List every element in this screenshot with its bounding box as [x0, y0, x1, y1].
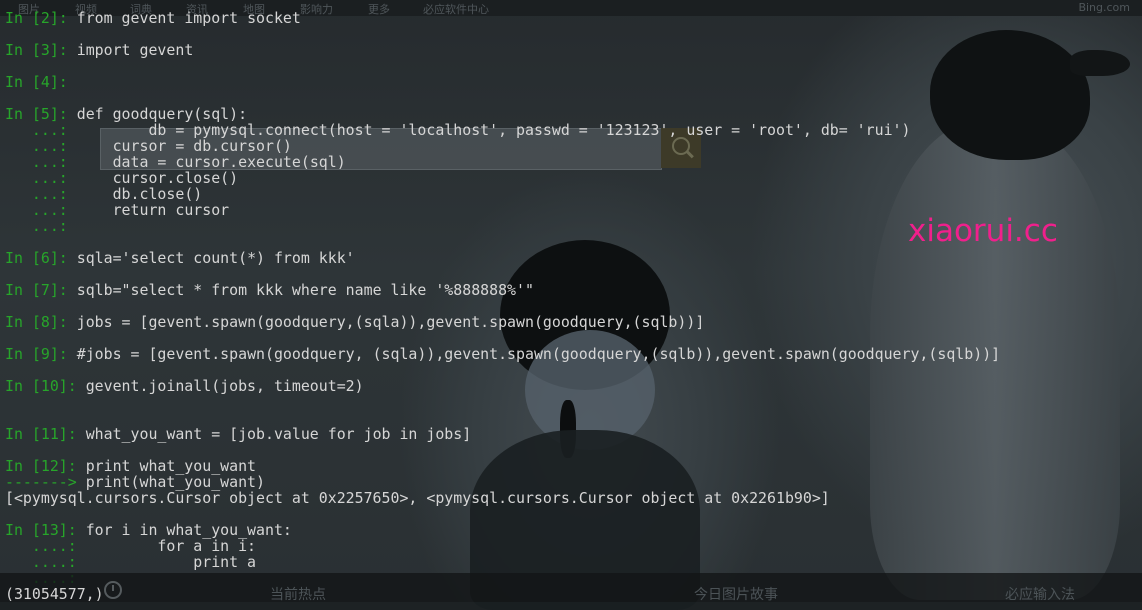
code-text: what_you_want = [job.value for job in jo… — [85, 425, 472, 443]
input-prompt: In [7]: — [5, 281, 77, 299]
terminal-line: ...: cursor = db.cursor() — [5, 138, 292, 154]
terminal-line: In [4]: — [5, 74, 77, 90]
terminal-line: In [9]: #jobs = [gevent.spawn(goodquery,… — [5, 346, 1000, 362]
image-story-link[interactable]: 今日图片故事 — [694, 584, 778, 604]
terminal-line: In [12]: print what_you_want — [5, 458, 256, 474]
input-prompt: In [6]: — [5, 249, 77, 267]
terminal-line: ....: for a in i: — [5, 538, 256, 554]
terminal-line: In [6]: sqla='select count(*) from kkk' — [5, 250, 355, 266]
terminal-line: ....: print a — [5, 554, 256, 570]
output-text: (31054577,) — [5, 585, 104, 603]
bing-bottom-bar: 当前热点 今日图片故事 必应输入法 — [0, 573, 1142, 604]
terminal-line: ...: db.close() — [5, 186, 202, 202]
code-text: sqlb="select * from kkk where name like … — [76, 281, 534, 299]
wallpaper-penguin-large-beak — [1070, 50, 1130, 76]
code-text: #jobs = [gevent.spawn(goodquery, (sqla))… — [76, 345, 1001, 363]
code-text: from gevent import socket — [76, 9, 301, 27]
code-text: return cursor — [76, 201, 230, 219]
terminal-line: ...: db = pymysql.connect(host = 'localh… — [5, 122, 911, 138]
terminal-line: (31054577,) — [5, 586, 104, 602]
input-prompt: In [9]: — [5, 345, 77, 363]
terminal-line: In [7]: sqlb="select * from kkk where na… — [5, 282, 534, 298]
hotspot-link[interactable]: 当前热点 — [270, 584, 326, 604]
code-text: gevent.joinall(jobs, timeout=2) — [85, 377, 364, 395]
input-prompt: In [10]: — [5, 377, 86, 395]
nav-item-software-center[interactable]: 必应软件中心 — [423, 1, 489, 17]
code-text: print a — [85, 553, 257, 571]
terminal-line: In [10]: gevent.joinall(jobs, timeout=2) — [5, 378, 364, 394]
terminal-output-overlay: (31054577,) — [5, 0, 104, 602]
terminal-line: ...: — [5, 218, 77, 234]
ipython-terminal[interactable]: In [2]: from gevent import socket In [3]… — [5, 0, 1000, 586]
terminal-line: ...: data = cursor.execute(sql) — [5, 154, 346, 170]
terminal-line: In [11]: what_you_want = [job.value for … — [5, 426, 471, 442]
code-text: sqla='select count(*) from kkk' — [76, 249, 355, 267]
watermark-text: xiaorui.cc — [908, 213, 1058, 249]
code-text: jobs = [gevent.spawn(goodquery,(sqla)),g… — [76, 313, 705, 331]
terminal-line: In [5]: def goodquery(sql): — [5, 106, 247, 122]
terminal-line: In [3]: import gevent — [5, 42, 193, 58]
terminal-line: In [13]: for i in what_you_want: — [5, 522, 292, 538]
terminal-line: ...: cursor.close() — [5, 170, 238, 186]
input-prompt: In [8]: — [5, 313, 77, 331]
bing-ime-link[interactable]: 必应输入法 — [1005, 584, 1075, 604]
terminal-line: [<pymysql.cursors.Cursor object at 0x225… — [5, 490, 830, 506]
desktop-wallpaper — [0, 0, 1142, 610]
terminal-line: In [8]: jobs = [gevent.spawn(goodquery,(… — [5, 314, 704, 330]
terminal-line: In [2]: from gevent import socket — [5, 10, 301, 26]
terminal-line: -------> print(what_you_want) — [5, 474, 265, 490]
nav-item-influence[interactable]: 影响力 — [300, 1, 333, 17]
history-icon[interactable] — [104, 581, 122, 599]
output-text: [<pymysql.cursors.Cursor object at 0x225… — [5, 489, 830, 507]
code-text: import gevent — [76, 41, 194, 59]
input-prompt: In [3]: — [5, 41, 77, 59]
input-prompt: In [11]: — [5, 425, 86, 443]
wallpaper-penguin-large-head — [930, 30, 1090, 160]
continuation-prompt: ...: — [5, 217, 77, 235]
bing-logo-link[interactable]: Bing.com — [1078, 1, 1130, 14]
input-prompt: In [4]: — [5, 73, 77, 91]
nav-item-more[interactable]: 更多 — [368, 1, 390, 17]
terminal-line: ...: return cursor — [5, 202, 229, 218]
